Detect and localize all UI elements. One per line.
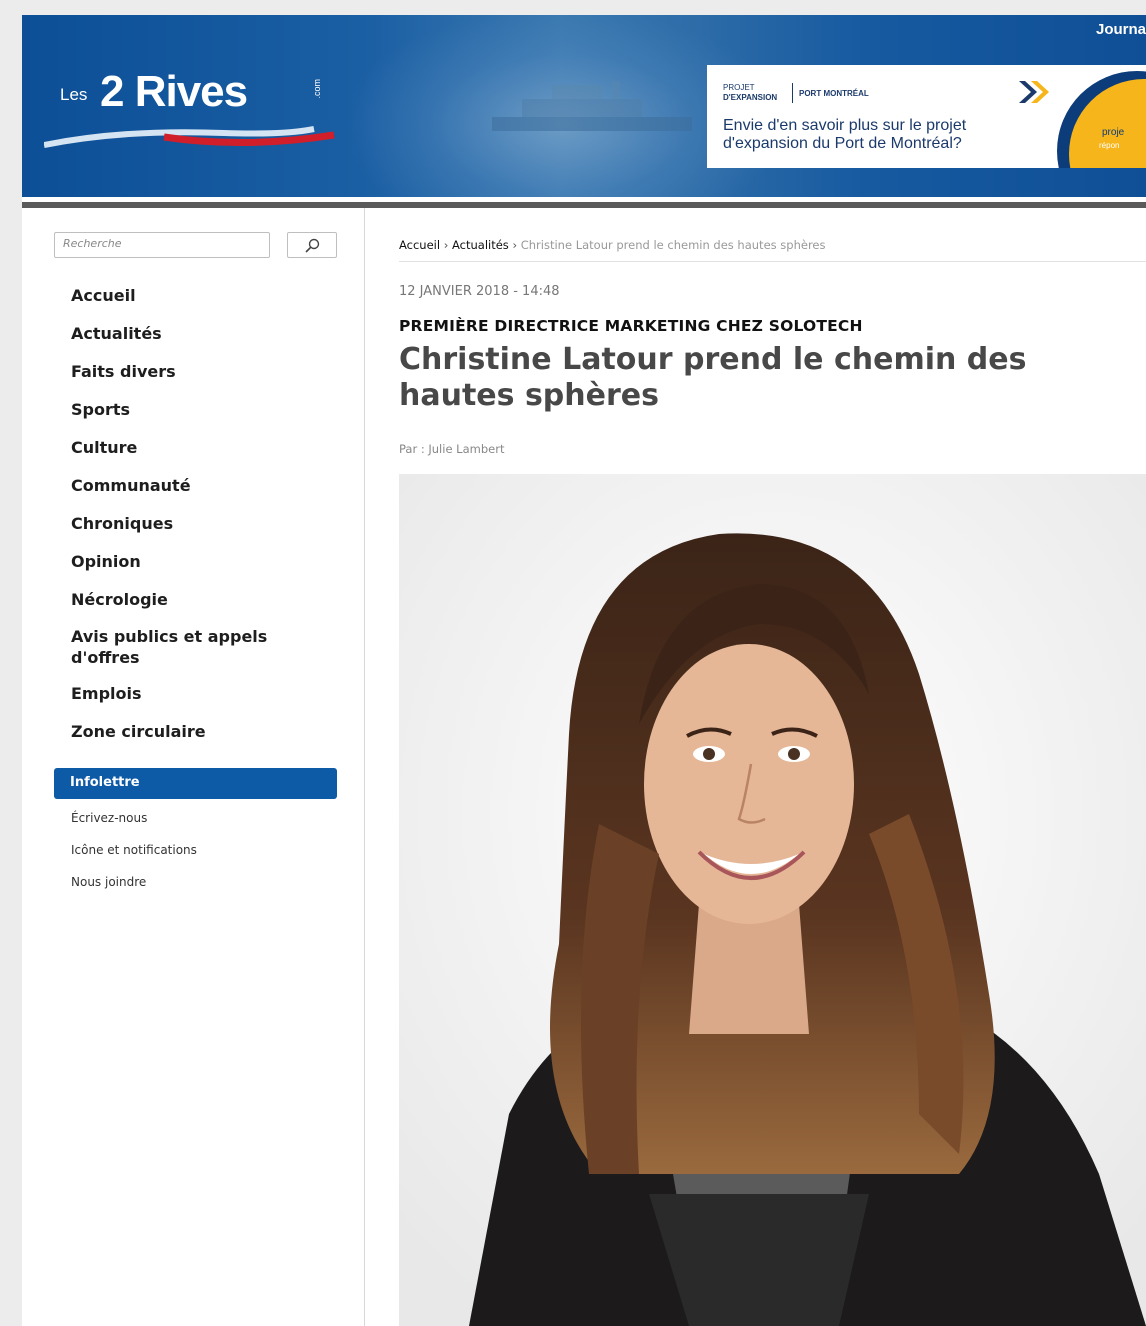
- site-header: Les 2 Rives .com Journa PROJET D'EXPANSI…: [22, 15, 1146, 197]
- search-icon: [305, 238, 320, 253]
- breadcrumb-separator: ›: [512, 238, 518, 252]
- nav-item-chroniques[interactable]: Chroniques: [71, 506, 341, 544]
- site-logo[interactable]: Les 2 Rives .com: [44, 61, 344, 161]
- breadcrumb-divider: [399, 261, 1146, 262]
- search-input[interactable]: Recherche: [54, 232, 270, 258]
- nav-item-sports[interactable]: Sports: [71, 392, 341, 430]
- article-photo: [399, 474, 1146, 1326]
- ferry-silhouette: [492, 81, 692, 131]
- article-byline: Par : Julie Lambert: [399, 442, 505, 456]
- nav-item-zone-circulaire[interactable]: Zone circulaire: [71, 714, 341, 752]
- nav-item-opinion[interactable]: Opinion: [71, 544, 341, 582]
- logo-les: Les: [60, 85, 88, 104]
- ad-text: Envie d'en savoir plus sur le projet d'e…: [723, 117, 967, 152]
- breadcrumb-separator: ›: [443, 238, 449, 252]
- ad-projet-line1: PROJET: [723, 83, 755, 92]
- nav-item-emplois[interactable]: Emplois: [71, 676, 341, 714]
- nav-item-accueil[interactable]: Accueil: [71, 278, 341, 316]
- breadcrumb-accueil[interactable]: Accueil: [399, 238, 440, 252]
- sidebar: Recherche Accueil Actualités Faits diver…: [22, 208, 365, 1326]
- article-kicker: PREMIÈRE DIRECTRICE MARKETING CHEZ SOLOT…: [399, 317, 863, 335]
- article-main: Accueil › Actualités › Christine Latour …: [366, 208, 1146, 1326]
- logo-main: 2 Rives: [100, 67, 248, 116]
- nav-item-necrologie[interactable]: Nécrologie: [71, 582, 341, 620]
- page: Les 2 Rives .com Journa PROJET D'EXPANSI…: [22, 15, 1146, 1326]
- sub-item-ecrivez-nous[interactable]: Écrivez-nous: [71, 806, 197, 838]
- portrait-illustration: [399, 474, 1146, 1326]
- ad-projet-line2: D'EXPANSION: [723, 93, 778, 102]
- top-right-link[interactable]: Journa: [1096, 21, 1146, 38]
- nav-item-culture[interactable]: Culture: [71, 430, 341, 468]
- logo-com: .com: [312, 79, 322, 99]
- ad-banner[interactable]: PROJET D'EXPANSION PORT MONTRÉAL Envie d…: [707, 65, 1146, 168]
- nav-item-communaute[interactable]: Communauté: [71, 468, 341, 506]
- ad-projet-label: PROJET D'EXPANSION: [723, 83, 777, 103]
- sub-item-icone-notifications[interactable]: Icône et notifications: [71, 838, 197, 870]
- breadcrumb-actualites[interactable]: Actualités: [452, 238, 509, 252]
- article-title: Christine Latour prend le chemin des hau…: [399, 342, 1027, 413]
- ad-circle-text: proje: [1102, 127, 1125, 138]
- ad-circle-text2: répon: [1099, 141, 1120, 150]
- nav-item-actualites[interactable]: Actualités: [71, 316, 341, 354]
- breadcrumb-current: Christine Latour prend le chemin des hau…: [520, 238, 826, 252]
- sub-item-nous-joindre[interactable]: Nous joindre: [71, 870, 197, 902]
- logo-swoosh: [44, 126, 335, 148]
- nav-item-faits-divers[interactable]: Faits divers: [71, 354, 341, 392]
- newsletter-button[interactable]: Infolettre: [54, 768, 337, 799]
- double-chevron-icon: [1019, 81, 1049, 103]
- nav-item-avis-publics[interactable]: Avis publics et appels d'offres: [71, 620, 341, 676]
- breadcrumb: Accueil › Actualités › Christine Latour …: [399, 238, 825, 252]
- article-date: 12 JANVIER 2018 - 14:48: [399, 284, 560, 299]
- ad-separator: [792, 83, 793, 103]
- search-button[interactable]: [287, 232, 337, 258]
- secondary-nav: Écrivez-nous Icône et notifications Nous…: [71, 806, 197, 902]
- ad-port-label: PORT MONTRÉAL: [799, 89, 869, 98]
- main-nav: Accueil Actualités Faits divers Sports C…: [71, 278, 341, 752]
